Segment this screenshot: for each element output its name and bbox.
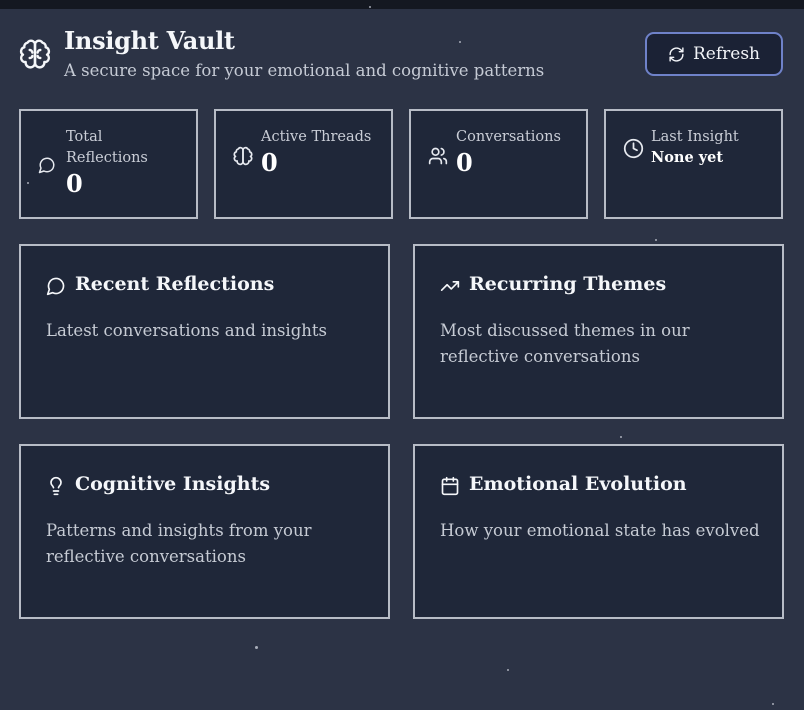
background-star [27,182,29,184]
calendar-icon [441,476,459,496]
card-title: Emotional Evolution [469,473,687,495]
stat-label: Last Insight [651,129,739,145]
page-title: Insight Vault [64,26,235,55]
card-description: Latest conversations and insights [46,321,327,340]
background-star [255,646,258,649]
card-recent-reflections: Recent Reflections Latest conversations … [19,244,390,419]
card-emotional-evolution: Emotional Evolution How your emotional s… [413,444,784,619]
card-cognitive-insights: Cognitive Insights Patterns and insights… [19,444,390,619]
stat-card-total-reflections: Total Reflections 0 [19,109,198,219]
card-title: Recent Reflections [75,273,275,295]
window-top-bar [0,0,804,9]
background-star [620,436,622,438]
stat-value: 0 [66,169,83,198]
trending-up-icon [440,281,460,291]
stat-label: Active Threads [261,129,372,145]
message-circle-icon [46,277,65,296]
card-title: Cognitive Insights [75,473,271,495]
stat-value: None yet [651,149,724,166]
page-subtitle: A secure space for your emotional and co… [64,61,545,80]
card-recurring-themes: Recurring Themes Most discussed themes i… [413,244,784,419]
background-star [655,239,657,241]
card-title: Recurring Themes [469,273,667,295]
refresh-button-label: Refresh [692,44,760,64]
stat-value: 0 [261,148,278,177]
card-description: Patterns and insights from your reflecti… [46,521,312,566]
background-star [459,41,461,43]
brain-icon [233,146,253,166]
refresh-icon [669,46,684,62]
lightbulb-icon [50,476,62,496]
stat-label: Total Reflections [66,129,148,166]
users-icon [428,147,448,165]
stat-card-conversations: Conversations 0 [409,109,588,219]
background-star [772,703,774,705]
refresh-button[interactable]: Refresh [645,32,783,76]
stat-card-last-insight: Last Insight None yet [604,109,783,219]
brain-icon [19,39,51,69]
background-star [507,669,509,671]
clock-icon [623,138,644,159]
background-star [369,6,371,8]
card-description: How your emotional state has evolved [440,521,760,540]
stat-value: 0 [456,148,473,177]
message-circle-icon [38,157,55,174]
stat-label: Conversations [456,129,561,145]
stat-card-active-threads: Active Threads 0 [214,109,393,219]
card-description: Most discussed themes in our reflective … [440,321,690,366]
